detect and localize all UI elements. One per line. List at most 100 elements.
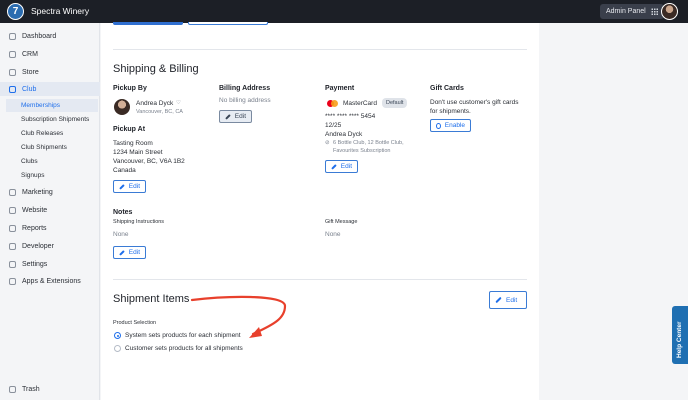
sidebar-item-reports[interactable]: Reports [0,221,100,235]
admin-panel-button[interactable]: Admin Panel [600,4,664,19]
pickup-edit-button[interactable]: Edit [113,180,146,193]
sidebar-item-crm[interactable]: CRM [0,47,100,61]
sidebar-item-label: Website [22,206,48,214]
shipping-billing-title: Shipping & Billing [113,63,199,75]
club-icon [9,85,16,93]
app-logo-icon[interactable]: 7 [7,3,24,20]
main-content: Shipping & Billing Pickup By Andrea Dyck… [101,22,539,400]
button-label: Edit [340,163,352,170]
shipment-items-title: Shipment Items [113,293,190,305]
button-label: Edit [128,183,140,190]
sidebar-subitem-memberships[interactable]: Memberships [6,99,98,112]
sidebar-subitem-club-shipments[interactable]: Club Shipments [6,141,98,154]
sidebar-item-settings[interactable]: Settings [0,257,100,271]
pencil-icon [119,249,125,256]
help-center-tab[interactable]: Help Center [672,306,688,364]
radio-system-sets-products[interactable] [114,332,121,339]
radio-option-label[interactable]: Customer sets products for all shipments [125,344,243,353]
gift-cards-enable-button[interactable]: Enable [430,119,471,132]
payment-edit-button[interactable]: Edit [325,160,358,173]
product-selection-label: Product Selection [113,320,157,326]
sidebar-item-marketing[interactable]: Marketing [0,185,100,199]
gift-message-value: None [325,231,341,238]
pencil-icon [495,296,502,304]
primary-action-button-partial[interactable] [113,22,183,25]
home-icon [9,32,16,40]
gift-cards-text: for shipments. [430,108,471,115]
payment-label: Payment [325,85,355,92]
notes-edit-button[interactable]: Edit [113,246,146,259]
sidebar-item-website[interactable]: Website [0,203,100,217]
payment-clubs-line: Favourites Subscription [333,148,391,154]
user-avatar[interactable] [661,3,678,20]
pickup-by-label: Pickup By [113,85,147,92]
gear-icon [9,260,16,268]
sidebar-item-label: Developer [22,242,54,250]
pickup-at-label: Pickup At [113,126,146,133]
pickup-by-name[interactable]: Andrea Dyck [136,99,173,108]
sidebar-item-label: Club [22,85,37,93]
subitem-label: Club Shipments [21,144,67,151]
sidebar-item-developer[interactable]: Developer [0,239,100,253]
secondary-action-button-partial[interactable] [188,22,268,25]
top-bar: 7 Spectra Winery Admin Panel [0,0,688,23]
notes-title: Notes [113,209,133,216]
admin-panel-label: Admin Panel [606,8,646,15]
billing-address-label: Billing Address [219,85,271,92]
pencil-icon [225,113,231,120]
button-label: Enable [444,122,465,129]
sidebar-subitem-signups[interactable]: Signups [6,169,98,182]
sidebar-item-label: CRM [22,50,38,58]
chart-icon [9,224,16,232]
sidebar-item-label: Trash [22,385,40,393]
cardholder-name: Andrea Dyck [325,131,363,138]
sidebar-item-club[interactable]: Club [0,82,100,96]
sidebar-subitem-subscription-shipments[interactable]: Subscription Shipments [6,113,98,126]
wrench-icon [9,242,16,250]
crm-icon [9,50,16,58]
right-background [539,23,688,400]
trash-icon [9,385,16,393]
check-circle-icon [436,122,441,129]
gift-cards-text: Don't use customer's gift cards [430,99,519,106]
annotation-arrow-icon [190,295,287,338]
billing-address-value: No billing address [219,97,271,104]
pickup-at-line: 1234 Main Street [113,149,163,156]
pickup-at-line: Vancouver, BC, V6A 1B2 [113,158,185,165]
button-label: Edit [506,296,518,304]
link-icon: ⊘ [325,140,330,146]
gift-message-label: Gift Message [325,219,358,225]
customer-avatar [114,99,130,115]
shipping-instructions-value: None [113,231,129,238]
sidebar-subitem-clubs[interactable]: Clubs [6,155,98,168]
divider [113,279,527,280]
shipment-items-edit-button[interactable]: Edit [489,291,527,309]
subitem-label: Club Releases [21,130,64,137]
app-name: Spectra Winery [31,6,90,16]
sidebar-item-dashboard[interactable]: Dashboard [0,29,100,43]
megaphone-icon [9,188,16,196]
sidebar-item-apps-extensions[interactable]: Apps & Extensions [0,274,100,288]
pickup-at-line: Tasting Room [113,140,153,147]
apps-icon [9,277,16,285]
sidebar: Dashboard CRM Store Club Memberships Sub… [0,23,100,400]
sidebar-item-store[interactable]: Store [0,65,100,79]
monitor-icon [9,206,16,214]
pickup-at-line: Canada [113,167,136,174]
pencil-icon [331,163,337,170]
sidebar-item-label: Store [22,68,39,76]
sidebar-subitem-club-releases[interactable]: Club Releases [6,127,98,140]
sidebar-item-label: Marketing [22,188,53,196]
sidebar-item-label: Reports [22,224,47,232]
billing-edit-button[interactable]: Edit [219,110,252,123]
radio-customer-sets-products[interactable] [114,345,121,352]
subitem-label: Signups [21,172,45,179]
mastercard-icon [327,100,338,107]
grid-icon [650,8,658,15]
subitem-label: Subscription Shipments [21,116,90,123]
sidebar-item-label: Settings [22,260,48,268]
card-brand: MasterCard [343,100,377,107]
shipping-instructions-label: Shipping Instructions [113,219,165,225]
sidebar-item-trash[interactable]: Trash [0,382,100,396]
gift-cards-label: Gift Cards [430,85,464,92]
